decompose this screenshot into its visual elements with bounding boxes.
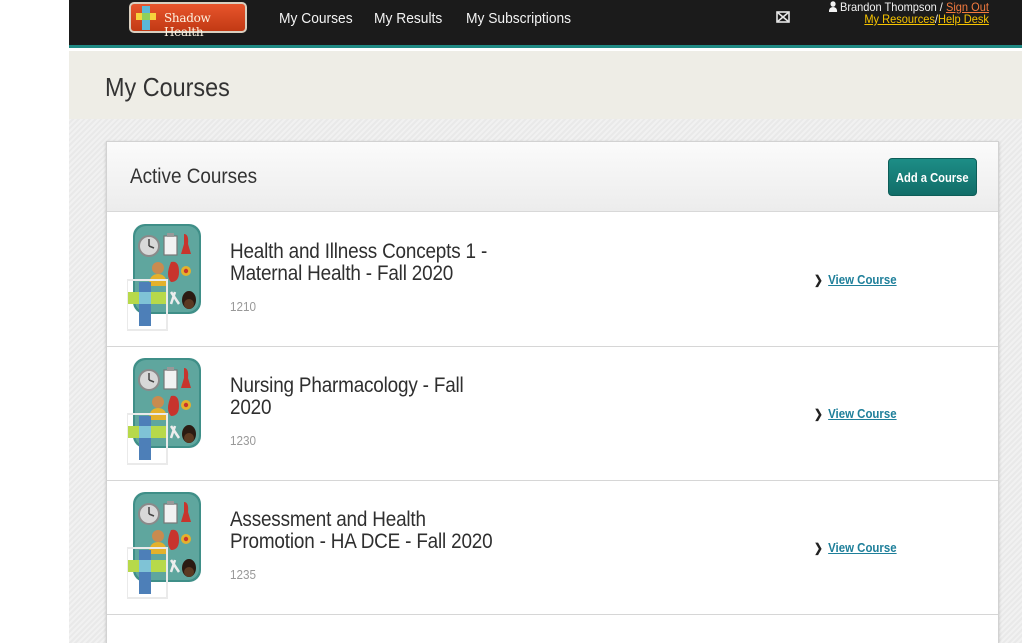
chevron-right-icon: ❯ [814, 541, 823, 555]
view-course-link[interactable]: ❯ View Course [814, 406, 897, 421]
course-title: Nursing Pharmacology - Fall 2020 [230, 374, 464, 419]
chevron-right-icon: ❯ [814, 273, 823, 287]
nav-my-courses[interactable]: My Courses [279, 10, 353, 27]
course-code: 1230 [230, 433, 257, 448]
mail-icon[interactable] [776, 10, 790, 24]
course-code: 1210 [230, 299, 257, 314]
view-course-link[interactable]: ❯ View Course [814, 540, 897, 555]
active-courses-panel: Active Courses Add a Course Health and I… [106, 141, 999, 643]
my-resources-link[interactable]: My Resources [864, 12, 935, 26]
nav-my-subscriptions[interactable]: My Subscriptions [466, 10, 571, 27]
course-icon [127, 224, 201, 331]
view-course-label[interactable]: View Course [828, 540, 896, 555]
course-icon [127, 358, 201, 465]
course-code: 1235 [230, 567, 257, 582]
course-title: Health and Illness Concepts 1 - Maternal… [230, 240, 488, 285]
course-row: Assessment and Health Promotion - HA DCE… [107, 481, 998, 615]
logo-cross-icon [136, 6, 156, 30]
add-course-button[interactable]: Add a Course [888, 158, 977, 196]
panel-header: Active Courses Add a Course [107, 142, 998, 212]
view-course-label[interactable]: View Course [828, 272, 896, 287]
nav-my-results[interactable]: My Results [374, 10, 442, 27]
panel-title: Active Courses [130, 165, 258, 188]
left-margin [0, 0, 69, 643]
user-icon [828, 1, 838, 12]
user-account-block: Brandon Thompson / Sign Out My Resources… [828, 1, 989, 26]
view-course-link[interactable]: ❯ View Course [814, 272, 897, 287]
logo-text: Shadow Health [164, 11, 211, 39]
course-row: Health and Illness Concepts 1 - Maternal… [107, 213, 998, 347]
shadow-health-logo[interactable]: Shadow Health [129, 2, 247, 39]
page-title: My Courses [105, 72, 230, 102]
top-navbar: Shadow Health My Courses My Results My S… [69, 0, 1022, 48]
course-icon [127, 492, 201, 599]
add-course-button-label: Add a Course [896, 169, 969, 185]
course-row: Nursing Pharmacology - Fall 2020 1230 ❯ V… [107, 347, 998, 481]
help-desk-link[interactable]: Help Desk [938, 12, 989, 26]
view-course-label[interactable]: View Course [828, 406, 896, 421]
course-title: Assessment and Health Promotion - HA DCE… [230, 508, 493, 553]
chevron-right-icon: ❯ [814, 407, 823, 421]
panel-footer-space [107, 615, 998, 643]
page-title-bar: My Courses [69, 51, 1022, 119]
